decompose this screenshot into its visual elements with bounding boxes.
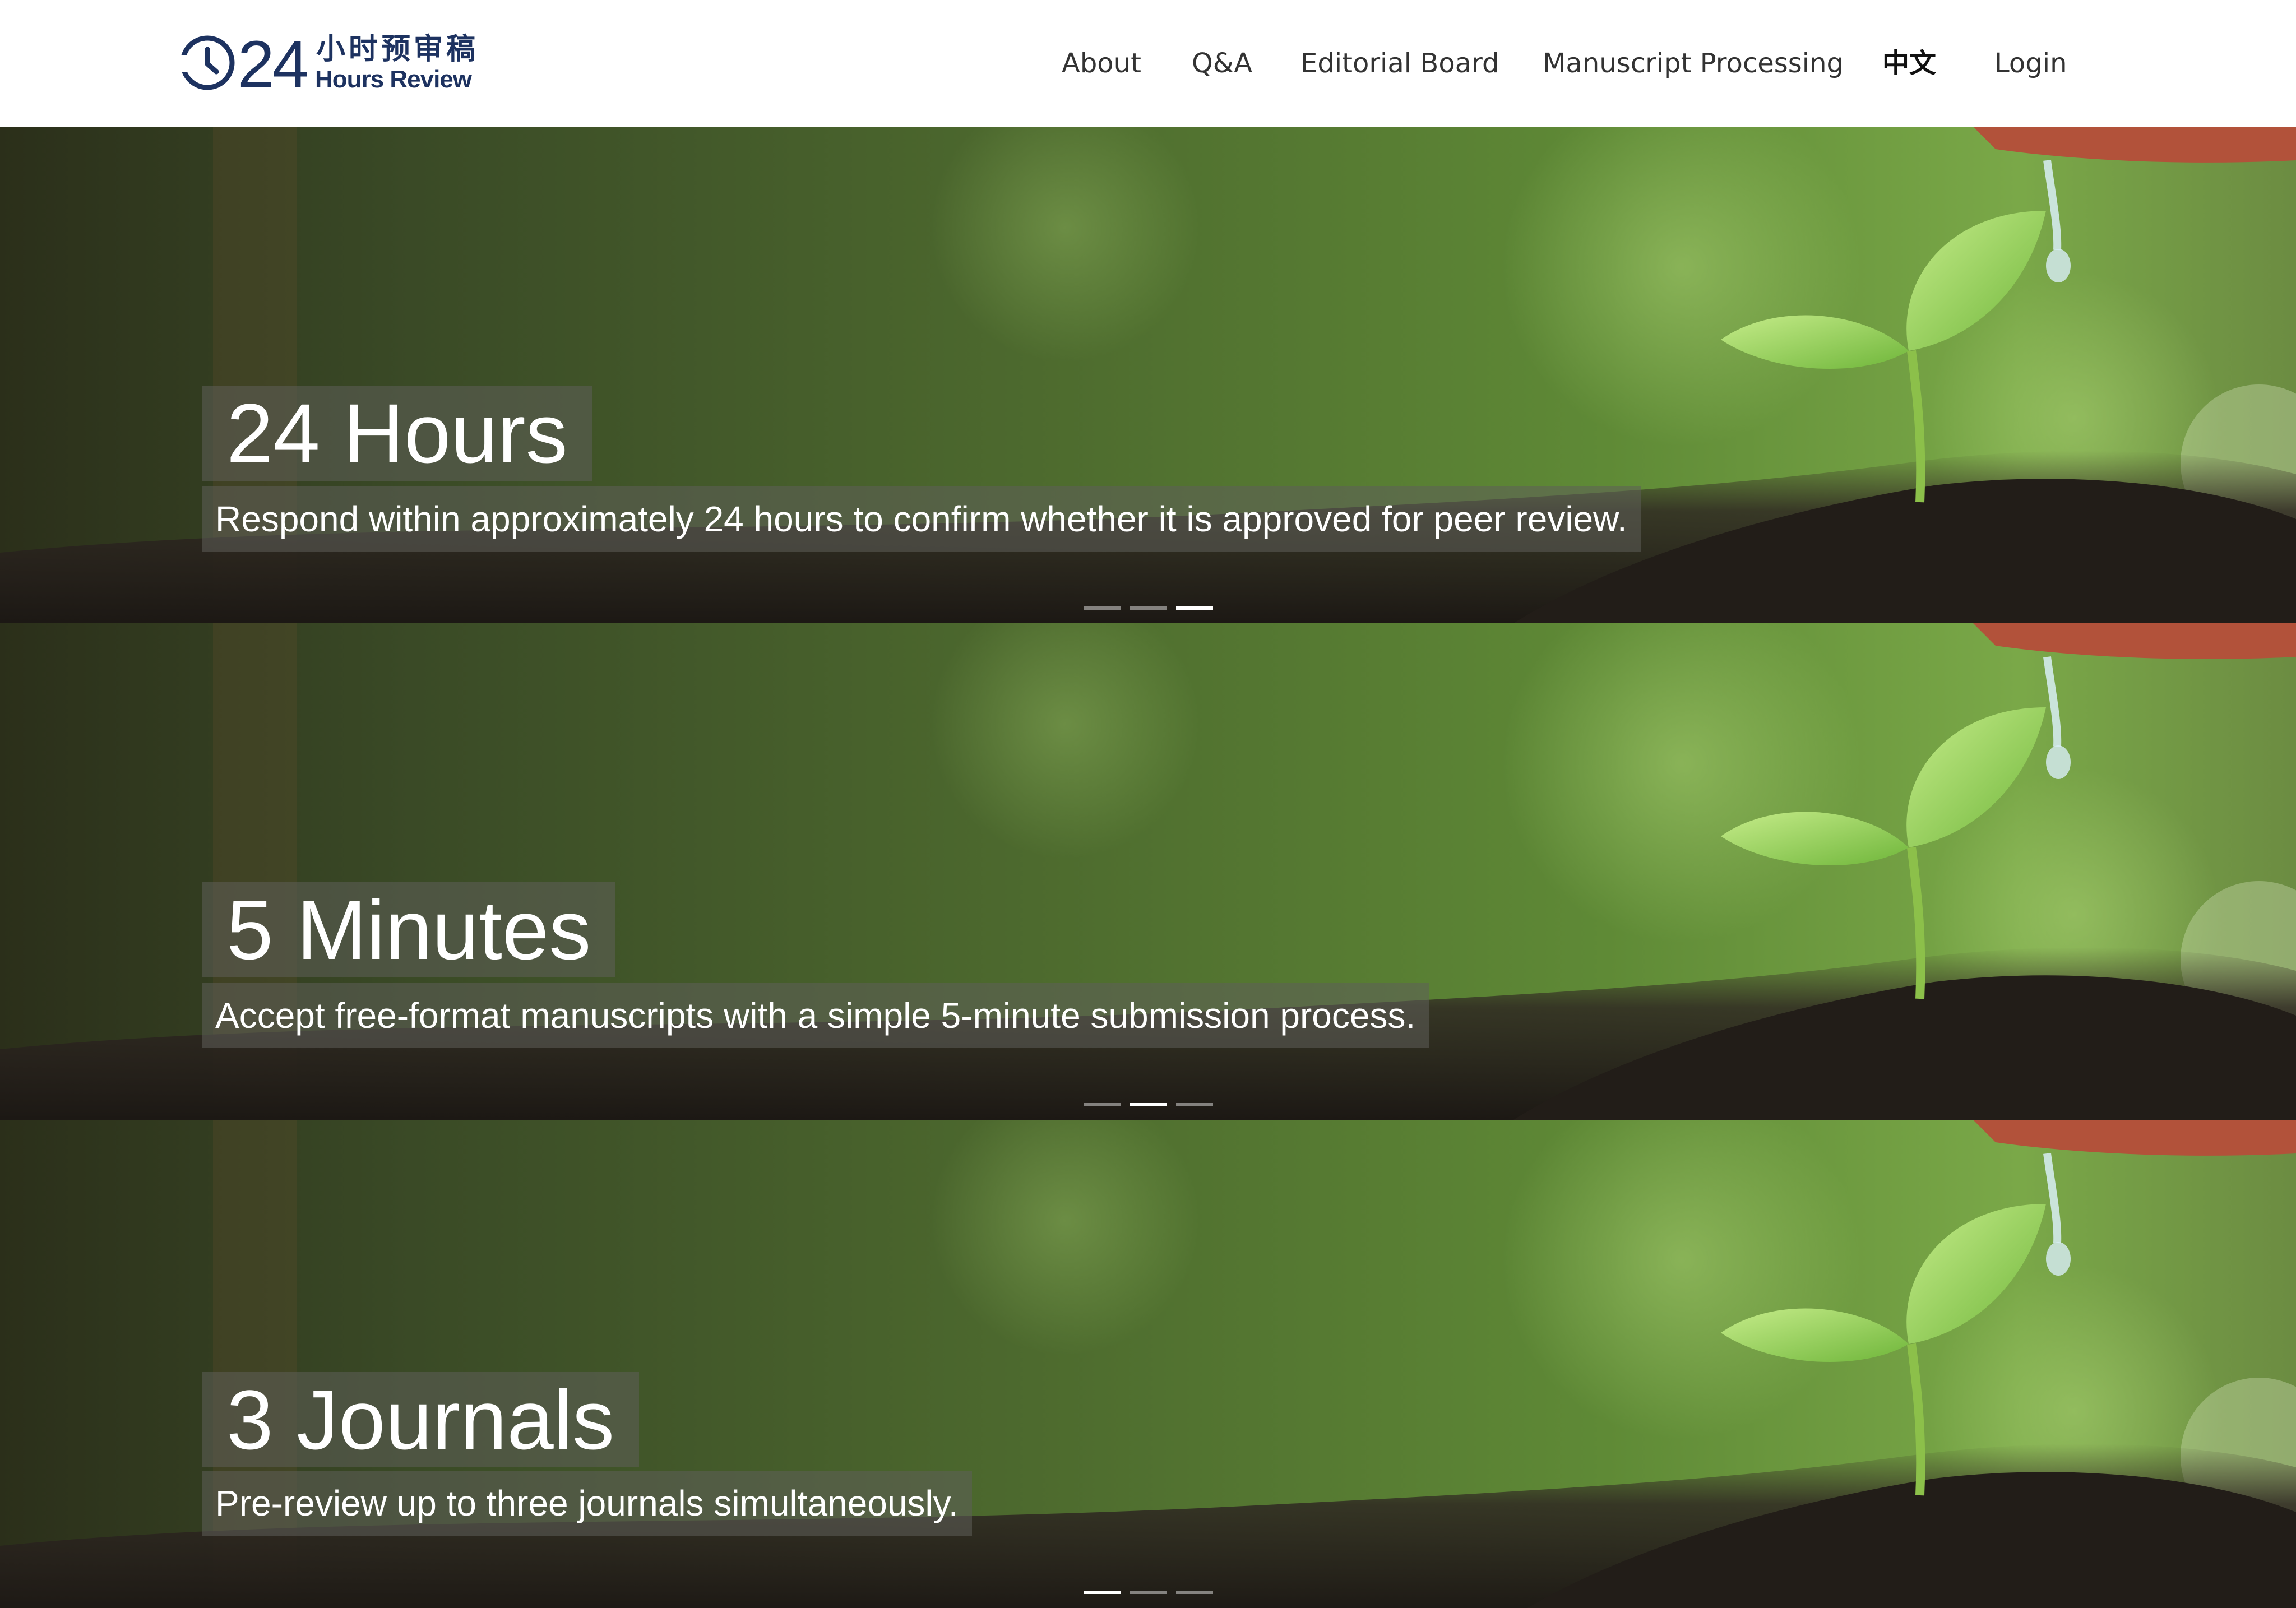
carousel-indicator-2[interactable] bbox=[1130, 1591, 1167, 1594]
carousel-indicators bbox=[1084, 1103, 1213, 1107]
slide-title: 5 Minutes bbox=[202, 882, 616, 977]
carousel-indicator-1[interactable] bbox=[1084, 606, 1121, 610]
nav-login[interactable]: Login bbox=[1994, 44, 2067, 83]
nav-editorial-board[interactable]: Editorial Board bbox=[1300, 44, 1499, 83]
slide-title: 3 Journals bbox=[202, 1372, 640, 1467]
logo-number: 24 bbox=[238, 27, 309, 101]
site-header: 24 小时预审稿 Hours Review About Q&A Editoria… bbox=[0, 0, 2296, 127]
slide-title: 24 Hours bbox=[202, 386, 592, 481]
carousel-indicators bbox=[1084, 606, 1213, 611]
slide-caption: Accept free-format manuscripts with a si… bbox=[202, 983, 1429, 1048]
hero-slide-3: 3 Journals Pre-review up to three journa… bbox=[0, 1120, 2296, 1608]
slide-caption: Pre-review up to three journals simultan… bbox=[202, 1471, 972, 1536]
hero-slide-1: 24 Hours Respond within approximately 24… bbox=[0, 127, 2296, 623]
carousel-indicator-2[interactable] bbox=[1130, 1103, 1167, 1106]
carousel-indicator-1[interactable] bbox=[1084, 1591, 1121, 1594]
logo-english-text: Hours Review bbox=[315, 66, 472, 93]
carousel-indicator-3[interactable] bbox=[1176, 1591, 1213, 1594]
logo-chinese-text: 小时预审稿 bbox=[316, 33, 479, 66]
site-logo[interactable]: 24 小时预审稿 Hours Review bbox=[178, 27, 492, 101]
carousel-indicator-1[interactable] bbox=[1084, 1103, 1121, 1106]
carousel-indicator-2[interactable] bbox=[1130, 606, 1167, 610]
carousel-indicator-3[interactable] bbox=[1176, 1103, 1213, 1106]
clock-icon bbox=[180, 35, 235, 90]
slide-caption: Respond within approximately 24 hours to… bbox=[202, 486, 1641, 552]
nav-manuscript-processing[interactable]: Manuscript Processing bbox=[1543, 44, 1844, 83]
carousel-indicator-3[interactable] bbox=[1176, 606, 1213, 610]
nav-language-switch[interactable]: 中文 bbox=[1882, 44, 1936, 83]
nav-about[interactable]: About bbox=[1062, 44, 1141, 83]
hero-slide-2: 5 Minutes Accept free-format manuscripts… bbox=[0, 623, 2296, 1120]
nav-qa[interactable]: Q&A bbox=[1192, 44, 1252, 83]
carousel-indicators bbox=[1084, 1591, 1213, 1595]
